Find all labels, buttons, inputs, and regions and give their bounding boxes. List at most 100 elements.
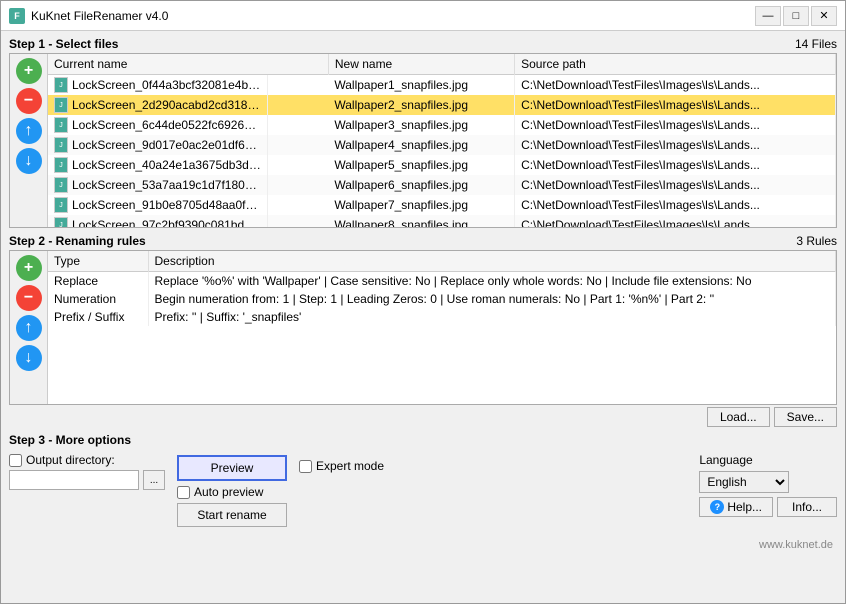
file-table-row[interactable]: J LockScreen_0f44a3bcf32081e4b113260045..… — [48, 75, 836, 96]
file-new-name: Wallpaper3_snapfiles.jpg — [328, 115, 514, 135]
step1-body: + − ↑ ↓ Current name New name Source pat… — [9, 53, 837, 228]
rule-move-down-button[interactable]: ↓ — [16, 345, 42, 371]
file-table-container[interactable]: Current name New name Source path JLockS… — [48, 54, 836, 227]
file-current-name: LockScreen_6c44de0522fc692639694938... — [72, 118, 261, 132]
rules-table: Type Description ReplaceReplace '%o%' wi… — [48, 251, 836, 326]
col-source-path: Source path — [515, 54, 836, 75]
file-current-name: LockScreen_2d290acabd2cd3184d5a6a31... — [72, 98, 261, 112]
file-table-row[interactable]: JLockScreen_91b0e8705d48aa0f4e544c08...W… — [48, 195, 836, 215]
rules-table-row[interactable]: Prefix / SuffixPrefix: '' | Suffix: '_sn… — [48, 308, 836, 326]
step1-header: Step 1 - Select files 14 Files — [9, 37, 837, 51]
expert-mode-text: Expert mode — [316, 459, 384, 473]
rules-table-body: ReplaceReplace '%o%' with 'Wallpaper' | … — [48, 272, 836, 327]
file-current-name: LockScreen_97c2bf9390c081bdbfbce267... — [72, 218, 261, 227]
file-icon-cell: JLockScreen_2d290acabd2cd3184d5a6a31... — [48, 95, 268, 115]
step2-header: Step 2 - Renaming rules 3 Rules — [9, 234, 837, 248]
expert-mode-checkbox[interactable] — [299, 460, 312, 473]
file-current-name: LockScreen_40a24e1a3675db3d5464e628... — [72, 158, 261, 172]
step1-count: 14 Files — [795, 37, 837, 51]
step3-body: Output directory: ... Preview Auto previ… — [9, 449, 837, 531]
title-bar-controls: — □ ✕ — [755, 6, 837, 26]
file-current-name: LockScreen_9d017e0ac2e01df683e20fbe... — [72, 138, 261, 152]
load-button[interactable]: Load... — [707, 407, 770, 427]
file-table-row[interactable]: JLockScreen_53a7aa19c1d7f18028d5596c...W… — [48, 175, 836, 195]
minimize-button[interactable]: — — [755, 6, 781, 26]
file-new-name: Wallpaper2_snapfiles.jpg — [328, 95, 514, 115]
maximize-button[interactable]: □ — [783, 6, 809, 26]
file-new-name: Wallpaper4_snapfiles.jpg — [328, 135, 514, 155]
file-new-name: Wallpaper1_snapfiles.jpg — [328, 75, 514, 96]
file-icon-cell: J LockScreen_6c44de0522fc692639694938... — [48, 115, 268, 135]
file-type-icon: J — [54, 217, 68, 227]
remove-rule-button[interactable]: − — [16, 285, 42, 311]
file-type-icon: J — [54, 137, 68, 153]
move-down-button[interactable]: ↓ — [16, 148, 42, 174]
main-content: Step 1 - Select files 14 Files + − ↑ ↓ C… — [1, 31, 845, 603]
main-window: F KuKnet FileRenamer v4.0 — □ ✕ Step 1 -… — [0, 0, 846, 604]
add-rule-button[interactable]: + — [16, 255, 42, 281]
file-type-icon: J — [54, 77, 68, 93]
file-icon-cell: J LockScreen_9d017e0ac2e01df683e20fbe... — [48, 135, 268, 155]
step1-title: Step 1 - Select files — [9, 37, 118, 51]
language-select[interactable]: EnglishGermanFrenchSpanish — [699, 471, 789, 493]
info-button[interactable]: Info... — [777, 497, 837, 517]
file-type-icon: J — [54, 157, 68, 173]
file-type-icon: J — [54, 117, 68, 133]
load-save-row: Load... Save... — [9, 407, 837, 427]
preview-button[interactable]: Preview — [177, 455, 287, 481]
expert-mode-label[interactable]: Expert mode — [299, 459, 384, 473]
file-table: Current name New name Source path JLockS… — [48, 54, 836, 227]
title-bar: F KuKnet FileRenamer v4.0 — □ ✕ — [1, 1, 845, 31]
output-dir-input[interactable] — [9, 470, 139, 490]
add-files-button[interactable]: + — [16, 58, 42, 84]
footer-url: www.kuknet.de — [9, 537, 837, 553]
file-table-row[interactable]: J LockScreen_9d017e0ac2e01df683e20fbe... W… — [48, 135, 836, 155]
file-source-path: C:\NetDownload\TestFiles\Images\ls\Lands… — [515, 75, 836, 96]
file-source-path: C:\NetDownload\TestFiles\Images\ls\Lands… — [515, 155, 836, 175]
rule-move-up-button[interactable]: ↑ — [16, 315, 42, 341]
col-current-name: Current name — [48, 54, 328, 75]
window-title: KuKnet FileRenamer v4.0 — [31, 9, 168, 23]
app-icon: F — [9, 8, 25, 24]
output-dir-checkbox[interactable] — [9, 454, 22, 467]
output-dir-label: Output directory: — [26, 453, 115, 467]
file-current-name: LockScreen_91b0e8705d48aa0f4e544c08... — [72, 198, 261, 212]
file-table-header: Current name New name Source path — [48, 54, 836, 75]
file-table-row[interactable]: J LockScreen_40a24e1a3675db3d5464e628... W… — [48, 155, 836, 175]
help-icon: ? — [710, 500, 724, 514]
file-new-name: Wallpaper5_snapfiles.jpg — [328, 155, 514, 175]
rules-table-container[interactable]: SnapFiles Type Description ReplaceReplac… — [48, 251, 836, 404]
file-new-name: Wallpaper8_snapfiles.jpg — [328, 215, 514, 227]
file-current-name: LockScreen_0f44a3bcf32081e4b113260045... — [72, 78, 261, 92]
file-table-row[interactable]: J LockScreen_6c44de0522fc692639694938... W… — [48, 115, 836, 135]
step2-count: 3 Rules — [796, 234, 837, 248]
rules-table-row[interactable]: ReplaceReplace '%o%' with 'Wallpaper' | … — [48, 272, 836, 291]
file-table-row[interactable]: JLockScreen_2d290acabd2cd3184d5a6a31... W… — [48, 95, 836, 115]
auto-preview-label[interactable]: Auto preview — [177, 485, 287, 499]
rule-type: Replace — [48, 272, 148, 291]
help-button[interactable]: ? Help... — [699, 497, 773, 517]
step1-section: Step 1 - Select files 14 Files + − ↑ ↓ C… — [9, 37, 837, 228]
close-button[interactable]: ✕ — [811, 6, 837, 26]
title-bar-left: F KuKnet FileRenamer v4.0 — [9, 8, 168, 24]
output-dir-checkbox-label[interactable]: Output directory: — [9, 453, 165, 467]
browse-button[interactable]: ... — [143, 470, 165, 490]
file-source-path: C:\NetDownload\TestFiles\Images\ls\Lands… — [515, 215, 836, 227]
file-source-path: C:\NetDownload\TestFiles\Images\ls\Lands… — [515, 95, 836, 115]
col-new-name: New name — [328, 54, 514, 75]
rules-table-row[interactable]: NumerationBegin numeration from: 1 | Ste… — [48, 290, 836, 308]
step3-header: Step 3 - More options — [9, 433, 837, 447]
file-table-row[interactable]: J LockScreen_97c2bf9390c081bdbfbce267... W… — [48, 215, 836, 227]
col-type: Type — [48, 251, 148, 272]
auto-preview-checkbox[interactable] — [177, 486, 190, 499]
step2-title: Step 2 - Renaming rules — [9, 234, 146, 248]
file-source-path: C:\NetDownload\TestFiles\Images\ls\Lands… — [515, 115, 836, 135]
auto-preview-text: Auto preview — [194, 485, 263, 499]
move-up-button[interactable]: ↑ — [16, 118, 42, 144]
step3-title: Step 3 - More options — [9, 433, 131, 447]
save-button[interactable]: Save... — [774, 407, 837, 427]
rules-table-header: Type Description — [48, 251, 836, 272]
file-new-name: Wallpaper7_snapfiles.jpg — [328, 195, 514, 215]
remove-files-button[interactable]: − — [16, 88, 42, 114]
start-rename-button[interactable]: Start rename — [177, 503, 287, 527]
